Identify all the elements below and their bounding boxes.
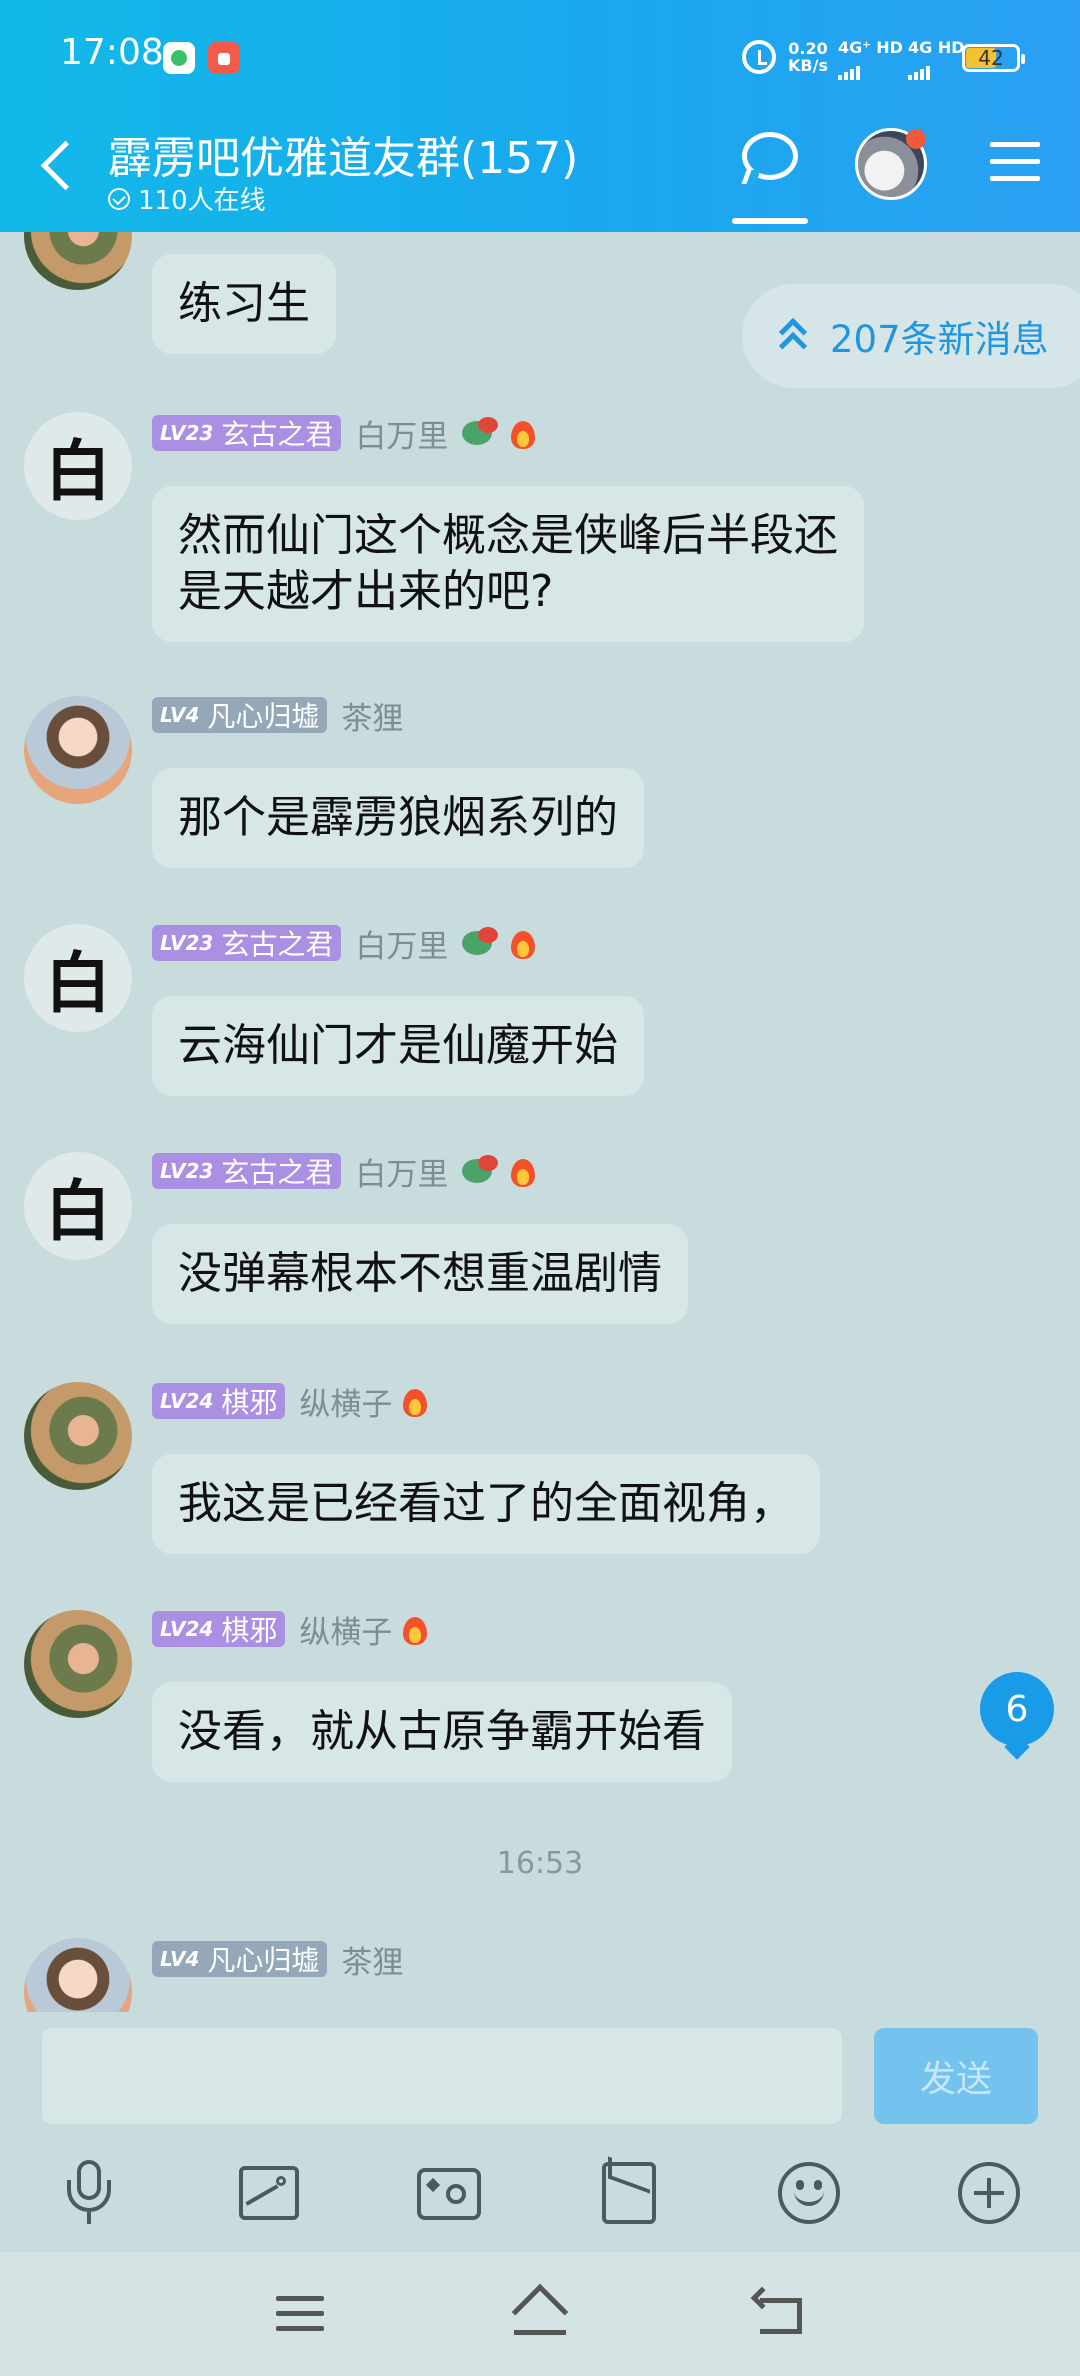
menu-icon[interactable] xyxy=(276,2296,324,2336)
system-nav-bar xyxy=(0,2252,1080,2376)
signal-bars-icon xyxy=(908,61,965,80)
sender-info: LV4 凡心归墟 茶狸 xyxy=(152,1940,403,1981)
sender-info: LV23 玄古之君 白万里 xyxy=(152,924,538,965)
active-tab-indicator xyxy=(732,218,808,224)
signal-1: 4G⁺ HD xyxy=(838,38,903,80)
sender-name[interactable]: 茶狸 xyxy=(341,1937,403,1982)
level-badge: LV23 玄古之君 xyxy=(152,1153,342,1189)
plus-icon[interactable] xyxy=(954,2158,1024,2228)
battery-level: 42 xyxy=(978,46,1004,70)
avatar[interactable] xyxy=(24,1382,132,1490)
level-badge: LV24 棋邪 xyxy=(152,1611,286,1647)
level-badge: LV4 凡心归墟 xyxy=(152,697,328,733)
fire-icon xyxy=(508,1153,538,1189)
check-circle-icon xyxy=(108,187,130,210)
avatar[interactable]: 白 xyxy=(24,1152,132,1260)
signal-2-label: 4G HD xyxy=(908,38,965,57)
back-icon[interactable] xyxy=(750,2286,806,2338)
back-button[interactable] xyxy=(30,130,80,200)
message-bubble[interactable]: 练习生 xyxy=(152,254,336,354)
mic-icon[interactable] xyxy=(54,2158,124,2228)
emoji-icon[interactable] xyxy=(774,2158,844,2228)
avatar[interactable] xyxy=(24,696,132,804)
level-badge: LV4 凡心归墟 xyxy=(152,1941,328,1977)
lock-notification-icon xyxy=(208,42,240,74)
avatar[interactable] xyxy=(24,1938,132,2012)
sender-name[interactable]: 白万里 xyxy=(355,921,448,966)
signal-bars-icon xyxy=(838,61,903,80)
fire-icon xyxy=(508,415,538,451)
net-speed-unit: KB/s xyxy=(788,56,828,75)
message-bubble[interactable]: 那个是霹雳狼烟系列的 xyxy=(152,768,644,868)
net-speed-value: 0.20 xyxy=(788,39,828,58)
sender-name[interactable]: 纵横子 xyxy=(299,1379,392,1424)
camera-icon[interactable] xyxy=(414,2158,484,2228)
dragon-icon xyxy=(462,417,500,449)
send-button[interactable]: 发送 xyxy=(874,2028,1038,2124)
online-count-label: 110人在线 xyxy=(138,186,266,216)
sender-name[interactable]: 白万里 xyxy=(355,411,448,456)
message-bubble[interactable]: 没弹幕根本不想重温剧情 xyxy=(152,1224,688,1324)
sender-info: LV23 玄古之君 白万里 xyxy=(152,414,538,455)
tab-chat[interactable] xyxy=(732,130,808,224)
status-time: 17:08 xyxy=(60,32,164,73)
avatar[interactable]: 白 xyxy=(24,412,132,520)
avatar[interactable] xyxy=(24,1610,132,1718)
fire-icon xyxy=(400,1611,430,1647)
level-badge: LV23 玄古之君 xyxy=(152,925,342,961)
avatar[interactable] xyxy=(24,232,132,290)
dragon-icon xyxy=(462,927,500,959)
fire-icon xyxy=(400,1383,430,1419)
signal-1-label: 4G⁺ HD xyxy=(838,38,903,57)
red-packet-icon[interactable] xyxy=(594,2156,664,2228)
message-input[interactable] xyxy=(42,2028,842,2124)
sender-name[interactable]: 茶狸 xyxy=(341,693,403,738)
avatar[interactable]: 白 xyxy=(24,924,132,1032)
sender-name[interactable]: 纵横子 xyxy=(299,1607,392,1652)
app-notification-icon xyxy=(163,42,195,74)
message-line: 是天越才出来的吧? xyxy=(178,566,554,617)
message-list[interactable]: 练习生 207条新消息 白 LV23 玄古之君 白万里 然而仙门这个概念是侠峰后半… xyxy=(0,232,1080,2012)
menu-button[interactable] xyxy=(990,142,1040,186)
group-avatar[interactable] xyxy=(855,128,927,200)
message-line: 然而仙门这个概念是侠峰后半段还 xyxy=(178,510,838,561)
status-bar: 17:08 0.20 KB/s 4G⁺ HD 4G HD 42 xyxy=(0,0,1080,112)
net-speed: 0.20 KB/s xyxy=(788,40,828,74)
sender-name[interactable]: 白万里 xyxy=(355,1149,448,1194)
chat-header: 17:08 0.20 KB/s 4G⁺ HD 4G HD 42 霹雳吧优雅道友群… xyxy=(0,0,1080,232)
message-bubble[interactable]: 我这是已经看过了的全面视角， xyxy=(152,1454,820,1554)
message-bubble[interactable]: 没看，就从古原争霸开始看 xyxy=(152,1682,732,1782)
fire-icon xyxy=(508,925,538,961)
online-count: 110人在线 xyxy=(108,180,266,217)
notification-dot xyxy=(906,129,926,149)
sender-info: LV4 凡心归墟 茶狸 xyxy=(152,696,403,737)
dragon-icon xyxy=(462,1155,500,1187)
sender-info: LV23 玄古之君 白万里 xyxy=(152,1152,538,1193)
sender-info: LV24 棋邪 纵横子 xyxy=(152,1382,430,1423)
group-title[interactable]: 霹雳吧优雅道友群(157) xyxy=(108,122,578,186)
signal-2: 4G HD xyxy=(908,38,965,80)
level-badge: LV23 玄古之君 xyxy=(152,415,342,451)
alarm-icon xyxy=(742,40,776,74)
image-icon[interactable] xyxy=(234,2158,304,2228)
level-badge: LV24 棋邪 xyxy=(152,1383,286,1419)
sender-info: LV24 棋邪 纵横子 xyxy=(152,1610,430,1651)
input-bar: 发送 xyxy=(0,2012,1080,2252)
new-messages-label: 207条新消息 xyxy=(830,318,1049,361)
double-chevron-up-icon xyxy=(778,317,808,361)
message-bubble[interactable]: 然而仙门这个概念是侠峰后半段还 是天越才出来的吧? xyxy=(152,486,864,642)
message-bubble[interactable]: 云海仙门才是仙魔开始 xyxy=(152,996,644,1096)
battery-icon: 42 xyxy=(962,44,1025,72)
new-messages-button[interactable]: 207条新消息 xyxy=(742,284,1080,388)
time-divider: 16:53 xyxy=(496,1846,584,1881)
home-icon[interactable] xyxy=(510,2283,570,2342)
unread-count-badge[interactable]: 6 xyxy=(980,1672,1054,1746)
